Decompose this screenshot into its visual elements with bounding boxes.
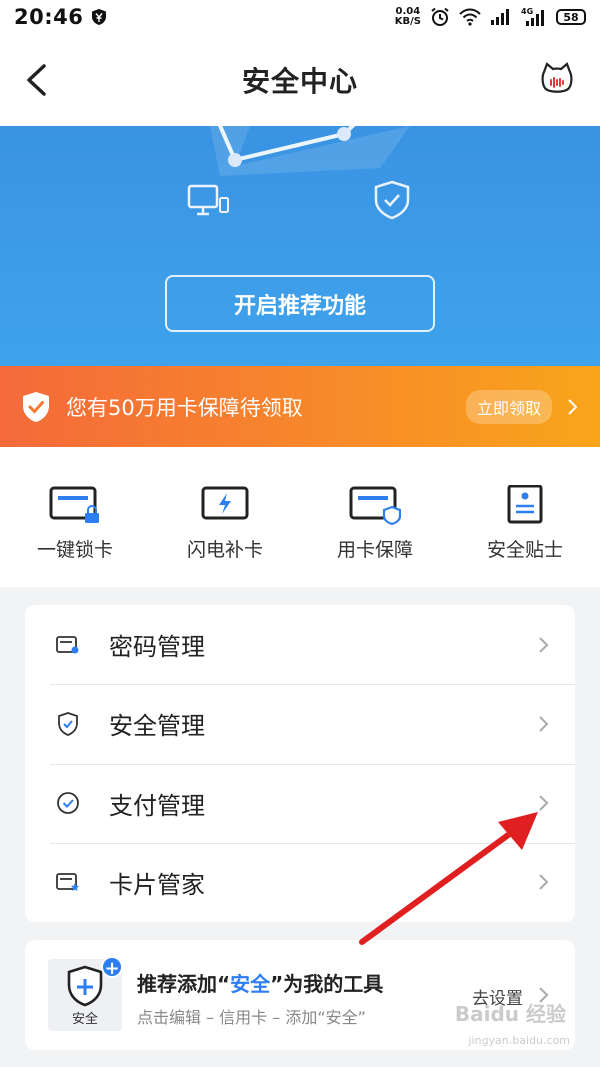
menu-item-label: 密码管理: [109, 633, 205, 662]
watermark-logo: Baidu 经验: [454, 1002, 566, 1026]
watermark-url: jingyan.baidu.com: [468, 1034, 570, 1047]
enable-recommend-button[interactable]: 开启推荐功能: [165, 275, 435, 332]
svg-text:4G: 4G: [521, 7, 533, 16]
signal-icon: [491, 9, 509, 25]
alarm-icon: [431, 7, 449, 26]
quick-action-lock-card[interactable]: 一键锁卡: [0, 447, 150, 587]
net-speed: 0.04 KB/S: [394, 6, 421, 27]
quick-action-label: 安全贴士: [486, 539, 563, 561]
menu-item-label: 卡片管家: [109, 870, 205, 899]
quick-action-safety-tips[interactable]: 安全贴士: [450, 447, 600, 587]
status-time: 20:46: [14, 5, 84, 29]
check-circle-icon: [57, 792, 79, 815]
card-star-icon: [56, 873, 79, 892]
menu-item-card-manager[interactable]: 卡片管家: [25, 842, 575, 922]
quick-action-label: 闪电补卡: [186, 539, 263, 561]
recommend-title: 推荐添加“安全”为我的工具: [137, 972, 384, 996]
wifi-icon: [459, 8, 481, 26]
chevron-right-icon: [539, 795, 549, 811]
card-lock-icon: [49, 486, 99, 523]
security-hero: 开启推荐功能: [0, 126, 600, 366]
menu-item-security[interactable]: 安全管理: [25, 684, 575, 763]
security-illustration-icon: [187, 126, 410, 220]
chevron-right-icon: [539, 874, 549, 891]
card-shield-icon: [349, 486, 401, 525]
quick-action-card-protection[interactable]: 用卡保障: [300, 447, 450, 587]
tile-label: 安全: [71, 1012, 98, 1027]
shield-check-icon: [23, 391, 49, 422]
status-bar: 20:46 0.04 KB/S 4G 58: [0, 0, 600, 34]
card-protection-banner[interactable]: 您有50万用卡保障待领取 立即领取: [0, 366, 600, 447]
cat-avatar-icon[interactable]: [540, 62, 574, 96]
shield-plus-icon: [67, 965, 103, 1007]
management-menu: 密码管理 安全管理 支付管理 卡片管家: [25, 605, 575, 922]
banner-text: 您有50万用卡保障待领取: [66, 395, 303, 420]
lightning-card-icon: [201, 486, 249, 520]
chevron-right-icon: [539, 716, 549, 732]
shield-yen-icon: [92, 9, 107, 25]
recommend-subtitle: 点击编辑 – 信用卡 – 添加“安全”: [137, 1008, 366, 1027]
signal-4g-icon: 4G: [521, 7, 544, 26]
status-indicators: 0.04 KB/S 4G 58: [395, 7, 586, 27]
battery-indicator: 58: [556, 9, 586, 25]
add-badge-icon: +: [101, 956, 123, 979]
menu-item-label: 安全管理: [109, 712, 205, 741]
back-arrow-icon[interactable]: [24, 62, 48, 98]
shield-check-icon: [58, 711, 78, 736]
menu-item-label: 支付管理: [109, 791, 205, 820]
quick-actions: 一键锁卡 闪电补卡 用卡保障 安全贴士: [0, 447, 600, 587]
page-title: 安全中心: [241, 65, 358, 98]
quick-action-label: 用卡保障: [336, 539, 413, 561]
claim-now-button[interactable]: 立即领取: [465, 389, 552, 424]
chevron-right-icon: [539, 636, 549, 653]
menu-item-payment[interactable]: 支付管理: [25, 763, 575, 843]
menu-item-password[interactable]: 密码管理: [25, 605, 575, 684]
chevron-right-icon: [568, 398, 578, 415]
nav-bar: 安全中心: [0, 34, 600, 126]
password-card-icon: [56, 635, 79, 654]
quick-action-label: 一键锁卡: [36, 539, 113, 561]
quick-action-flash-reissue[interactable]: 闪电补卡: [150, 447, 300, 587]
document-icon: [507, 485, 543, 524]
